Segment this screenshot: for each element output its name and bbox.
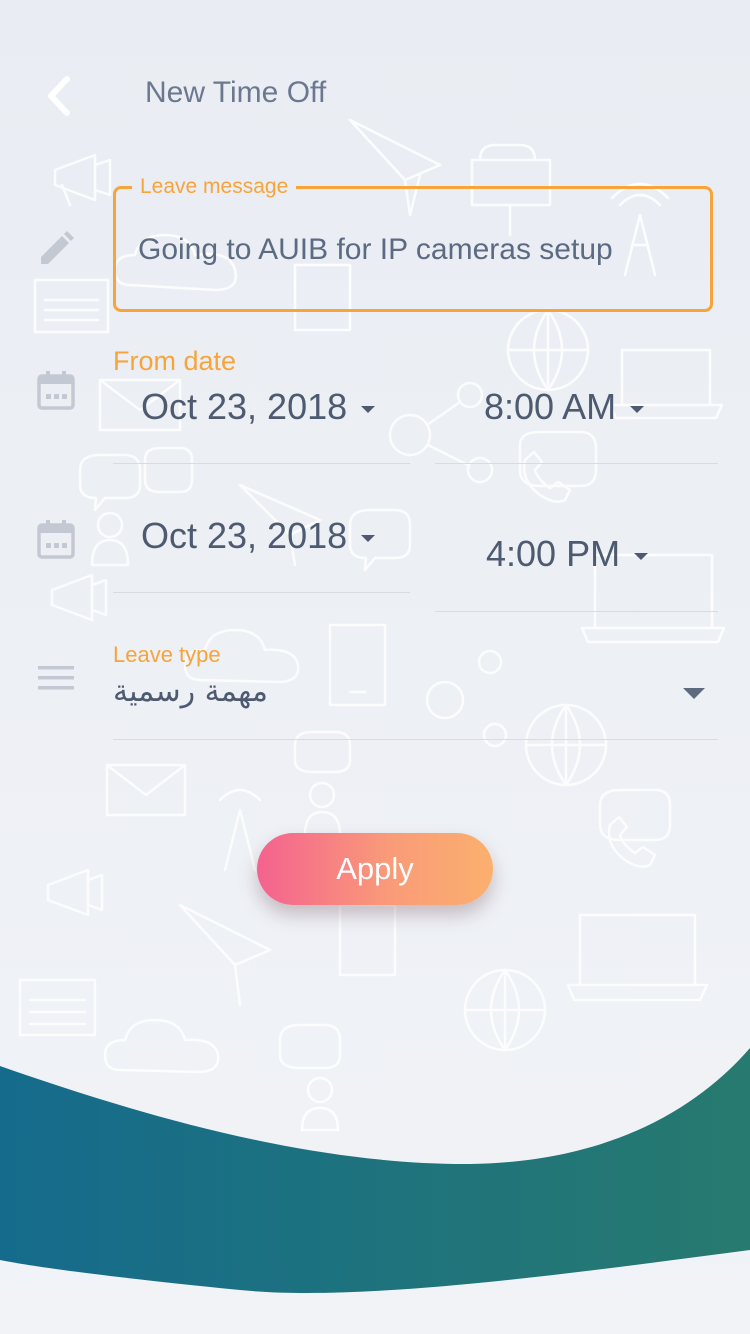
from-date-underline xyxy=(113,463,410,464)
dropdown-arrow-icon xyxy=(361,405,376,413)
from-time-value: 8:00 AM xyxy=(484,386,617,427)
leave-message-input[interactable]: Going to AUIB for IP cameras setup xyxy=(138,233,613,267)
page-title: New Time Off xyxy=(145,76,327,109)
to-time-select[interactable]: 4:00 PM xyxy=(486,533,649,575)
apply-button[interactable]: Apply xyxy=(257,833,493,905)
from-date-select[interactable]: Oct 23, 2018 xyxy=(141,386,376,428)
dropdown-arrow-icon xyxy=(361,534,376,542)
dropdown-arrow-icon xyxy=(630,405,645,413)
back-button[interactable] xyxy=(38,74,82,118)
calendar-icon xyxy=(36,370,76,410)
to-date-select[interactable]: Oct 23, 2018 xyxy=(141,515,376,557)
new-time-off-screen: New Time Off Leave message Going to AUIB… xyxy=(0,0,750,1334)
to-date-underline xyxy=(113,592,410,593)
from-time-underline xyxy=(435,463,718,464)
leave-type-value[interactable]: مهمة رسمية xyxy=(113,674,268,709)
menu-lines-icon xyxy=(36,658,76,698)
chevron-left-icon xyxy=(48,76,70,116)
from-date-label: From date xyxy=(113,346,237,376)
from-time-select[interactable]: 8:00 AM xyxy=(484,386,645,428)
leave-message-field[interactable]: Leave message Going to AUIB for IP camer… xyxy=(113,175,713,312)
leave-type-underline xyxy=(113,739,718,740)
leave-message-label: Leave message xyxy=(132,175,297,199)
to-time-value: 4:00 PM xyxy=(486,533,621,574)
calendar-icon xyxy=(36,519,76,559)
leave-type-label: Leave type xyxy=(113,642,221,667)
to-date-value: Oct 23, 2018 xyxy=(141,515,348,556)
from-date-value: Oct 23, 2018 xyxy=(141,386,348,427)
to-time-underline xyxy=(435,611,718,612)
dropdown-arrow-icon xyxy=(634,552,649,560)
triangle-down-icon[interactable] xyxy=(683,688,705,699)
pencil-icon xyxy=(36,229,76,269)
